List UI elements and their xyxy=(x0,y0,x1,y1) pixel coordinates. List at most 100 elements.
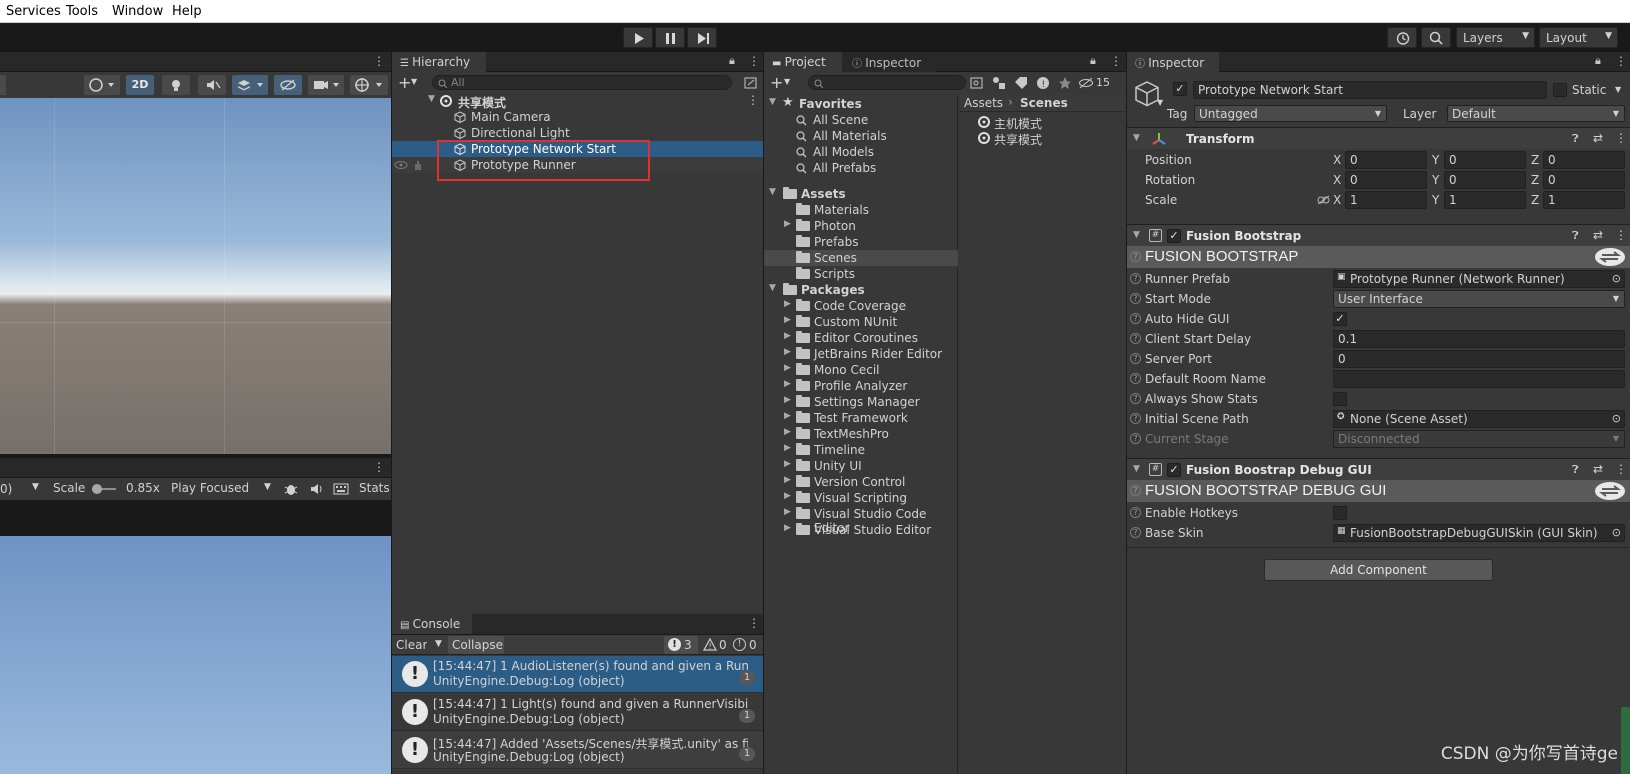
scene-visibility-icon[interactable] xyxy=(744,76,758,90)
step-button[interactable] xyxy=(687,27,717,48)
chevron-down-icon[interactable]: ▼ xyxy=(1157,98,1163,107)
assets-header[interactable]: ▼ Assets xyxy=(764,186,958,202)
layer-dropdown[interactable]: Default ▼ xyxy=(1447,105,1625,122)
help-icon[interactable]: ? xyxy=(1130,485,1141,496)
more-icon[interactable]: ⋮ xyxy=(748,616,760,630)
hierarchy-scene-row[interactable]: ▼ 共享模式 ⋮ xyxy=(392,93,763,110)
static-checkbox[interactable] xyxy=(1553,83,1567,97)
transform-rotation-y-input[interactable]: 0 xyxy=(1444,171,1526,189)
component-enabled-checkbox[interactable]: ✓ xyxy=(1167,229,1181,243)
collapsed-arrow-icon[interactable]: ▶ xyxy=(784,459,791,469)
start-mode-dropdown[interactable]: User Interface ▼ xyxy=(1333,290,1625,308)
scene-asset-item[interactable]: 主机模式 xyxy=(960,114,1126,131)
chevron-down-icon[interactable]: ▼ xyxy=(435,639,442,649)
audio-icon[interactable] xyxy=(307,480,325,498)
collapsed-arrow-icon[interactable]: ▶ xyxy=(784,475,791,485)
package-item[interactable]: ▶ Custom NUnit xyxy=(764,314,958,330)
transform-scale-z-input[interactable]: 1 xyxy=(1543,191,1625,209)
always-show-stats-checkbox[interactable] xyxy=(1333,392,1347,406)
more-icon[interactable]: ⋮ xyxy=(747,93,759,107)
breadcrumb-scenes[interactable]: Scenes xyxy=(1020,96,1068,110)
more-icon[interactable]: ⋮ xyxy=(373,460,385,474)
bug-icon[interactable] xyxy=(282,480,300,498)
menu-services[interactable]: Services xyxy=(6,4,61,19)
expand-arrow-icon[interactable]: ▼ xyxy=(769,187,776,197)
collapsed-arrow-icon[interactable]: ▶ xyxy=(784,299,791,309)
collapsed-arrow-icon[interactable]: ▶ xyxy=(784,427,791,437)
scene-viewport[interactable] xyxy=(0,98,391,454)
expand-arrow-icon[interactable]: ▼ xyxy=(1133,230,1140,240)
client-start-delay-input[interactable]: 0.1 xyxy=(1333,330,1625,348)
object-name-field[interactable]: Prototype Network Start xyxy=(1193,81,1547,99)
folder-item-selected[interactable]: Scenes xyxy=(764,250,958,266)
favorite-item[interactable]: All Materials xyxy=(764,128,958,144)
lock-icon[interactable]: 🔒︎ xyxy=(1090,54,1096,68)
play-button[interactable] xyxy=(623,27,653,48)
menu-tools[interactable]: Tools xyxy=(66,4,98,19)
hierarchy-item-directional-light[interactable]: Directional Light xyxy=(392,125,763,141)
expand-arrow-icon[interactable]: ▼ xyxy=(1133,464,1140,474)
favorite-item[interactable]: All Models xyxy=(764,144,958,160)
more-icon[interactable]: ⋮ xyxy=(748,54,760,68)
scale-slider-thumb[interactable] xyxy=(92,484,102,494)
tab-hierarchy[interactable]: ☰ Hierarchy xyxy=(392,52,486,72)
favorite-item[interactable]: All Prefabs xyxy=(764,160,958,176)
collapsed-arrow-icon[interactable]: ▶ xyxy=(784,347,791,357)
collapsed-arrow-icon[interactable]: ▶ xyxy=(784,363,791,373)
collapsed-arrow-icon[interactable]: ▶ xyxy=(784,507,791,517)
more-icon[interactable]: ⋮ xyxy=(1615,462,1627,476)
collapsed-arrow-icon[interactable]: ▶ xyxy=(784,379,791,389)
base-skin-object-field[interactable]: ▦ FusionBootstrapDebugGUISkin (GUI Skin)… xyxy=(1333,524,1625,542)
help-icon[interactable]: ? xyxy=(1130,353,1141,364)
shading-mode-button[interactable] xyxy=(84,75,120,95)
collapsed-arrow-icon[interactable]: ▶ xyxy=(784,491,791,501)
log-filter-toggle[interactable]: ! 3 xyxy=(664,636,698,654)
log-type-icon[interactable]: ! xyxy=(1036,76,1050,90)
help-icon[interactable]: ? xyxy=(1130,393,1141,404)
help-icon[interactable]: ❓︎ xyxy=(1572,463,1579,477)
tab-console[interactable]: ▤ Console xyxy=(392,614,472,634)
menu-help[interactable]: Help xyxy=(172,4,202,19)
hierarchy-item-main-camera[interactable]: Main Camera xyxy=(392,109,763,125)
project-search-input[interactable] xyxy=(808,75,966,90)
preset-icon[interactable]: ⇄ xyxy=(1593,228,1603,242)
play-mode-dropdown[interactable]: Play Focused xyxy=(171,481,249,495)
collapsed-arrow-icon[interactable]: ▶ xyxy=(784,443,791,453)
warning-filter-toggle[interactable]: ! 0 xyxy=(700,636,730,654)
package-item[interactable]: ▶ JetBrains Rider Editor xyxy=(764,346,958,362)
effects-dropdown[interactable] xyxy=(232,75,268,95)
camera-dropdown[interactable] xyxy=(308,75,344,95)
lighting-toggle[interactable] xyxy=(162,75,190,95)
package-item[interactable]: ▶ Editor Coroutines xyxy=(764,330,958,346)
help-icon[interactable]: ? xyxy=(1130,433,1141,444)
collapsed-arrow-icon[interactable]: ▶ xyxy=(784,523,791,533)
package-item[interactable]: ▶ Timeline xyxy=(764,442,958,458)
package-item[interactable]: ▶ TextMeshPro xyxy=(764,426,958,442)
package-item[interactable]: ▶ Visual Studio Editor xyxy=(764,522,958,538)
visibility-eye-icon[interactable] xyxy=(394,160,408,170)
game-viewport[interactable] xyxy=(0,536,391,774)
help-icon[interactable]: ? xyxy=(1130,273,1141,284)
help-icon[interactable]: ? xyxy=(1130,293,1141,304)
stats-button[interactable]: Stats xyxy=(359,481,390,495)
eye-slash-icon[interactable] xyxy=(1078,76,1094,90)
folder-item[interactable]: Prefabs xyxy=(764,234,958,250)
more-icon[interactable]: ⋮ xyxy=(1615,228,1627,242)
help-icon[interactable]: ? xyxy=(1130,413,1141,424)
package-item[interactable]: ▶ Test Framework xyxy=(764,410,958,426)
help-icon[interactable]: ? xyxy=(1130,333,1141,344)
layers-dropdown[interactable]: Layers ▼ xyxy=(1456,27,1535,48)
transform-scale-y-input[interactable]: 1 xyxy=(1444,191,1526,209)
pickable-hand-icon[interactable] xyxy=(412,159,424,171)
debug-gui-header[interactable]: ▼ # ✓ Fusion Boostrap Debug GUI ❓︎ ⇄ ⋮ xyxy=(1127,458,1630,480)
package-item[interactable]: ▶ Version Control xyxy=(764,474,958,490)
package-item[interactable]: ▶ Settings Manager xyxy=(764,394,958,410)
folder-item[interactable]: Scripts xyxy=(764,266,958,282)
preset-icon[interactable]: ⇄ xyxy=(1593,131,1603,145)
enable-hotkeys-checkbox[interactable] xyxy=(1333,506,1347,520)
collapsed-arrow-icon[interactable]: ▶ xyxy=(784,331,791,341)
help-icon[interactable]: ? xyxy=(1130,251,1141,262)
error-filter-toggle[interactable]: ! 0 xyxy=(730,636,760,654)
breadcrumb-assets[interactable]: Assets xyxy=(964,96,1003,110)
keyboard-icon[interactable] xyxy=(332,480,350,498)
